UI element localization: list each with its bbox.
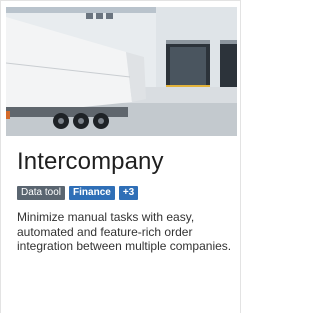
- card-title: Intercompany: [17, 148, 164, 175]
- tag-list: Data tool Finance +3: [17, 186, 139, 200]
- card-description: Minimize manual tasks with easy, automat…: [17, 210, 232, 253]
- hero-image: [6, 7, 237, 136]
- warehouse-loading-dock-illustration: [6, 7, 237, 136]
- tag-more-count[interactable]: +3: [118, 186, 139, 200]
- tag-finance: Finance: [69, 186, 115, 200]
- app-card[interactable]: Intercompany Data tool Finance +3 Minimi…: [0, 0, 241, 313]
- tag-data-tool: Data tool: [17, 186, 66, 200]
